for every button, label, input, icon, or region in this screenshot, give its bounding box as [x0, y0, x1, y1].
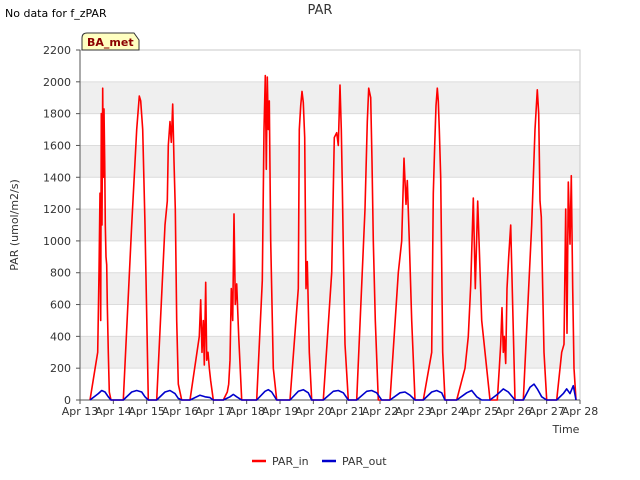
x-tick-label: Apr 18 — [228, 405, 265, 418]
x-tick-label: Apr 21 — [328, 405, 365, 418]
y-tick-label: 600 — [50, 299, 71, 312]
grid-band — [80, 209, 580, 241]
y-tick-label: 2200 — [43, 44, 71, 57]
x-tick-label: Apr 27 — [528, 405, 565, 418]
legend-label-PAR_in: PAR_in — [272, 455, 309, 468]
x-tick-label: Apr 13 — [62, 405, 99, 418]
y-tick-label: 1800 — [43, 108, 71, 121]
x-axis-label: Time — [552, 423, 580, 436]
x-tick-label: Apr 24 — [428, 405, 465, 418]
y-tick-label: 1000 — [43, 235, 71, 248]
x-tick-label: Apr 16 — [162, 405, 199, 418]
x-tick-label: Apr 25 — [462, 405, 499, 418]
y-tick-label: 800 — [50, 267, 71, 280]
y-tick-label: 400 — [50, 330, 71, 343]
x-tick-label: Apr 20 — [295, 405, 332, 418]
station-badge-label: BA_met — [87, 36, 134, 49]
y-tick-label: 1600 — [43, 139, 71, 152]
y-tick-label: 1200 — [43, 203, 71, 216]
y-tick-label: 200 — [50, 362, 71, 375]
x-tick-label: Apr 17 — [195, 405, 232, 418]
legend-label-PAR_out: PAR_out — [342, 455, 387, 468]
y-tick-label: 2000 — [43, 76, 71, 89]
grid-band — [80, 145, 580, 178]
station-badge: BA_met — [81, 32, 140, 51]
x-tick-label: Apr 23 — [395, 405, 432, 418]
y-tick-label: 1400 — [43, 171, 71, 184]
y-axis-label: PAR (umol/m2/s) — [8, 179, 21, 271]
par-chart: 0200400600800100012001400160018002000220… — [8, 32, 599, 468]
x-tick-label: Apr 26 — [495, 405, 532, 418]
grid-band — [80, 81, 580, 114]
x-tick-label: Apr 15 — [128, 405, 165, 418]
x-tick-label: Apr 28 — [562, 405, 599, 418]
x-tick-label: Apr 19 — [262, 405, 299, 418]
x-tick-label: Apr 22 — [362, 405, 399, 418]
x-tick-label: Apr 14 — [95, 405, 132, 418]
